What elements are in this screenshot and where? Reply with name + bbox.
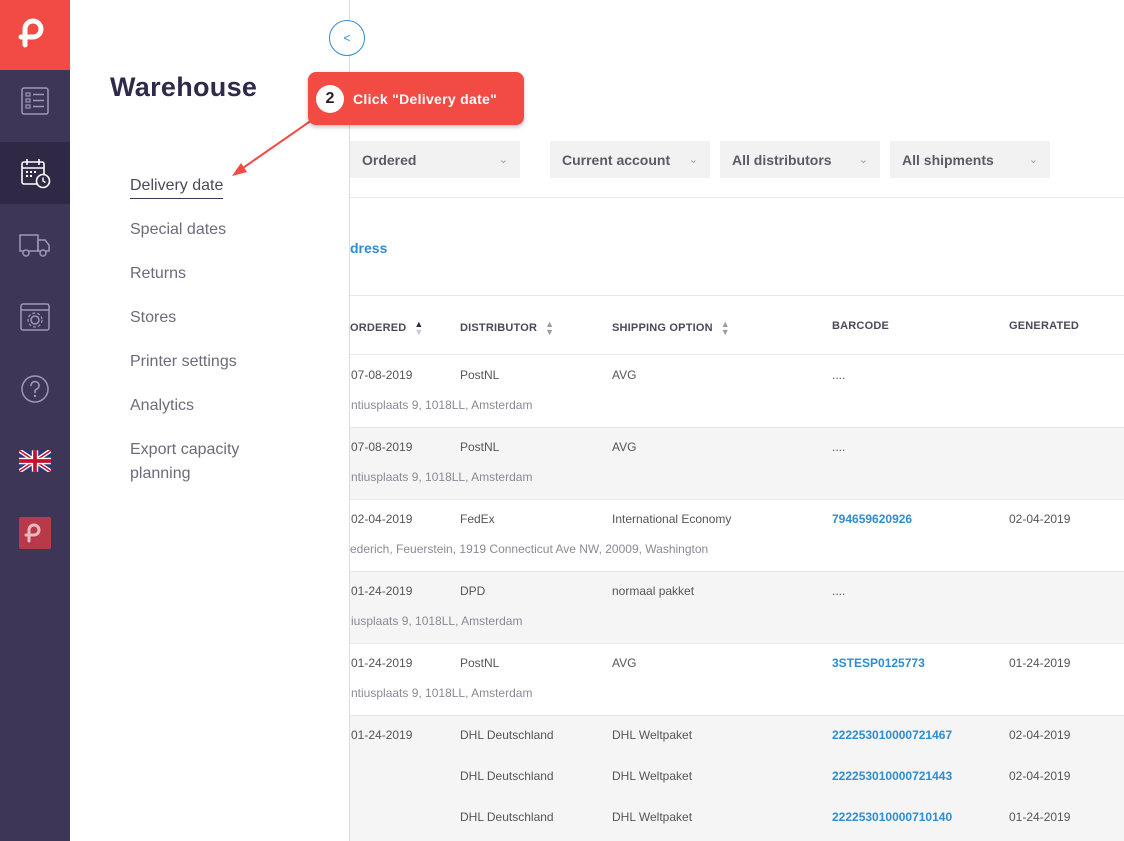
callout-arrow: [232, 119, 313, 176]
step-number: 2: [316, 84, 344, 113]
callout-text: Click "Delivery date": [353, 90, 498, 107]
tutorial-callout: 2 Click "Delivery date": [308, 72, 524, 125]
